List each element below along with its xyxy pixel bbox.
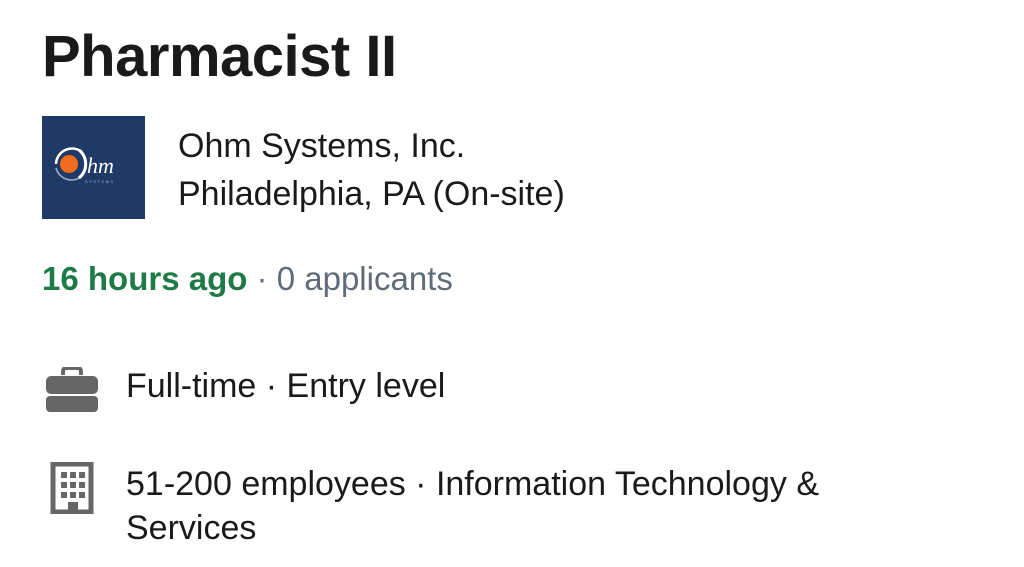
applicant-count: 0 applicants (276, 260, 453, 297)
job-title: Pharmacist II (42, 24, 397, 89)
logo-subtext: SYSTEMS (85, 179, 115, 184)
job-type-text: Full-time · Entry level (126, 367, 446, 405)
posted-time: 16 hours ago (42, 260, 248, 297)
posting-meta: 16 hours ago · 0 applicants (42, 257, 453, 301)
meta-separator: · (247, 260, 277, 297)
company-row[interactable]: hm SYSTEMS Ohm Systems, Inc. Philadelphi… (42, 116, 565, 220)
job-type-row: Full-time · Entry level (42, 364, 906, 416)
company-logo[interactable]: hm SYSTEMS (42, 116, 145, 219)
job-details-page: Pharmacist II hm SYSTEMS Ohm Systems, In… (0, 0, 1024, 567)
company-size-text: 51-200 employees · Information Technolog… (126, 465, 819, 547)
ohm-logo-icon: hm SYSTEMS (54, 147, 115, 184)
company-info: Ohm Systems, Inc. Philadelphia, PA (On-s… (178, 122, 565, 218)
company-size-row: 51-200 employees · Information Technolog… (42, 462, 906, 550)
company-location: Philadelphia, PA (On-site) (178, 175, 565, 213)
logo-text: hm (87, 153, 114, 178)
company-name[interactable]: Ohm Systems, Inc. (178, 122, 565, 170)
briefcase-icon (42, 364, 102, 416)
building-icon (42, 462, 102, 514)
